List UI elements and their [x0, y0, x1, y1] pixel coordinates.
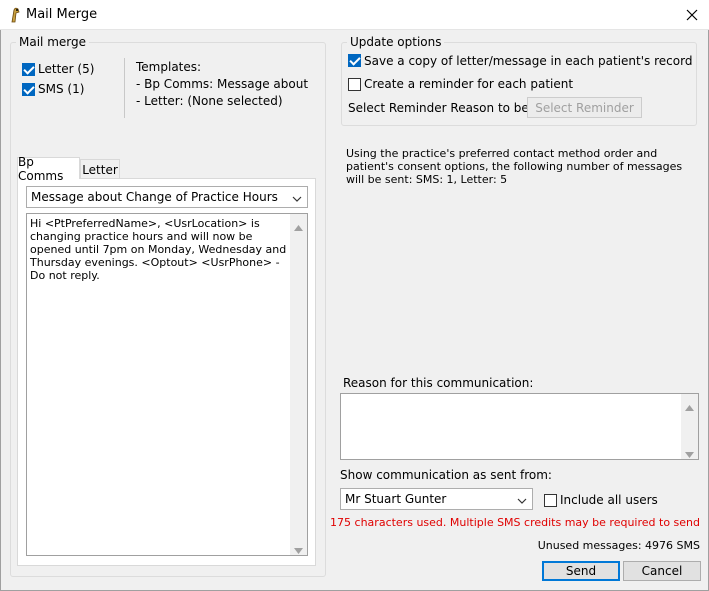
template-select[interactable]: Message about Change of Practice Hours — [26, 186, 308, 208]
template-line-letter: - Letter: (None selected) — [136, 94, 283, 108]
create-reminder-checkbox[interactable] — [348, 78, 361, 91]
window-title: Mail Merge — [26, 7, 98, 22]
sms-checkbox[interactable] — [22, 83, 35, 96]
letter-checkbox[interactable] — [22, 63, 35, 76]
tab-bp-comms[interactable]: Bp Comms — [17, 155, 80, 183]
sent-from-select[interactable]: Mr Stuart Gunter — [340, 488, 533, 510]
send-button-label: Send — [565, 564, 597, 578]
message-body-textarea[interactable]: Hi <PtPreferredName>, <UsrLocation> is c… — [26, 213, 308, 556]
chevron-down-icon — [292, 192, 302, 206]
chevron-down-icon — [517, 494, 527, 508]
create-reminder-label[interactable]: Create a reminder for each patient — [364, 77, 573, 91]
tab-letter[interactable]: Letter — [80, 159, 120, 179]
tab-bp-comms-label: Bp Comms — [18, 154, 64, 183]
tab-letter-label: Letter — [82, 162, 118, 177]
templates-divider — [124, 58, 125, 118]
reason-textarea[interactable] — [340, 393, 699, 460]
reason-label: Reason for this communication: — [343, 376, 534, 390]
mail-merge-legend: Mail merge — [19, 35, 86, 49]
scroll-down-icon[interactable] — [685, 447, 694, 458]
sms-length-warning: 175 characters used. Multiple SMS credit… — [330, 516, 700, 529]
message-body-text: Hi <PtPreferredName>, <UsrLocation> is c… — [30, 217, 290, 282]
templates-header: Templates: — [136, 60, 202, 74]
sms-checkbox-label[interactable]: SMS (1) — [38, 82, 84, 96]
send-button[interactable]: Send — [542, 561, 620, 581]
scroll-up-icon[interactable] — [294, 220, 303, 231]
select-reminder-button[interactable]: Select Reminder — [527, 97, 642, 118]
reason-scrollbar[interactable] — [681, 394, 698, 459]
cancel-button-label: Cancel — [641, 564, 683, 578]
save-copy-checkbox[interactable] — [348, 54, 361, 67]
template-select-value: Message about Change of Practice Hours — [31, 190, 278, 204]
include-all-users-checkbox[interactable] — [544, 494, 557, 507]
include-all-users-label[interactable]: Include all users — [560, 493, 658, 507]
save-copy-label[interactable]: Save a copy of letter/message in each pa… — [364, 54, 692, 68]
letter-checkbox-label[interactable]: Letter (5) — [38, 62, 94, 76]
select-reminder-button-label: Select Reminder — [535, 100, 634, 115]
title-bar: Mail Merge — [0, 0, 709, 30]
scroll-down-icon[interactable] — [294, 543, 303, 554]
cancel-button[interactable]: Cancel — [623, 561, 701, 581]
message-count-info: Using the practice's preferred contact m… — [346, 147, 683, 186]
sent-from-value: Mr Stuart Gunter — [345, 492, 447, 506]
unused-messages: Unused messages: 4976 SMS — [537, 539, 700, 552]
scroll-up-icon[interactable] — [685, 400, 694, 411]
template-line-bp-comms: - Bp Comms: Message about — [136, 77, 309, 91]
update-options-legend: Update options — [350, 35, 442, 49]
app-logo-icon — [8, 7, 22, 23]
sent-from-label: Show communication as sent from: — [340, 468, 552, 482]
close-icon[interactable] — [678, 3, 706, 27]
message-scrollbar[interactable] — [290, 214, 307, 555]
